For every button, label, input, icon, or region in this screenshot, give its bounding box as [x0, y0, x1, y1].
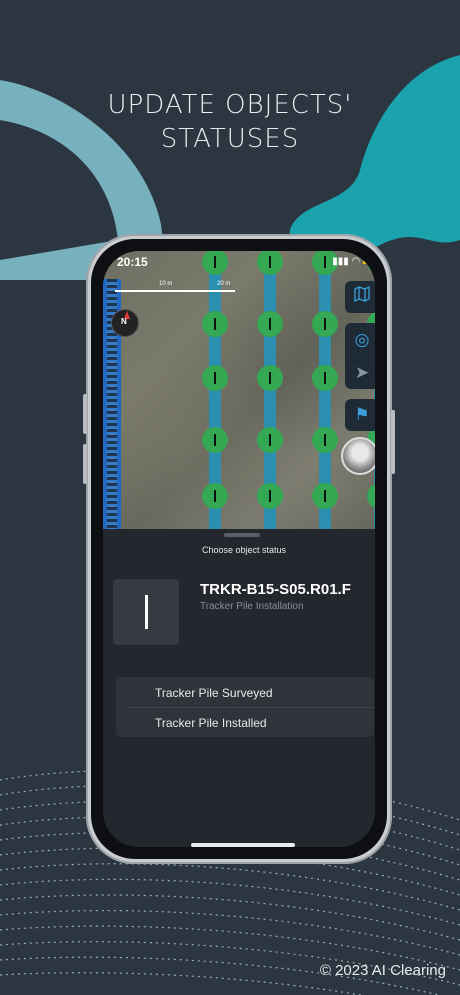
pile-marker[interactable] — [312, 365, 338, 391]
copyright-text: © 2023 AI Clearing — [319, 962, 446, 979]
map-layers-button[interactable] — [345, 281, 375, 313]
headline-line-1: UPDATE OBJECTS' — [107, 90, 353, 120]
power-button — [391, 410, 395, 474]
pile-marker[interactable] — [202, 427, 228, 453]
status-bar: 20:15 ▮▮▮ ◠ ▬ — [103, 251, 375, 271]
navigate-icon[interactable]: ➤ — [345, 358, 375, 388]
home-indicator[interactable] — [191, 843, 295, 847]
app-screen: 20:15 ▮▮▮ ◠ ▬ 10 m 20 m N ◎ ➤ ⚑ Choose o… — [103, 251, 375, 847]
object-code: TRKR-B15-S05.R01.F — [200, 581, 351, 598]
pile-marker[interactable] — [202, 483, 228, 509]
status-bottom-sheet: Choose object status TRKR-B15-S05.R01.F … — [103, 529, 375, 847]
pile-marker[interactable] — [312, 483, 338, 509]
pile-marker[interactable] — [257, 365, 283, 391]
map-icon — [345, 282, 375, 312]
pile-marker[interactable] — [312, 427, 338, 453]
status-options: Tracker Pile Surveyed Tracker Pile Insta… — [116, 677, 374, 737]
sheet-grabber[interactable] — [224, 533, 260, 537]
pile-marker[interactable] — [202, 311, 228, 337]
pile-marker[interactable] — [312, 311, 338, 337]
volume-down-button — [83, 444, 87, 484]
page-headline: UPDATE OBJECTS' STATUSES — [0, 88, 460, 156]
flag-button[interactable]: ⚑ — [345, 399, 375, 431]
locate-icon[interactable]: ◎ — [345, 325, 375, 355]
object-thumbnail — [113, 579, 179, 645]
pile-icon — [145, 595, 148, 629]
volume-up-button — [83, 394, 87, 434]
headline-line-2: STATUSES — [160, 124, 300, 154]
flag-icon: ⚑ — [354, 405, 370, 424]
location-controls: ◎ ➤ — [345, 323, 375, 389]
phone-frame: 20:15 ▮▮▮ ◠ ▬ 10 m 20 m N ◎ ➤ ⚑ Choose o… — [83, 234, 395, 864]
status-time: 20:15 — [117, 255, 148, 269]
compass-label: N — [121, 317, 127, 326]
phone-bezel: 20:15 ▮▮▮ ◠ ▬ 10 m 20 m N ◎ ➤ ⚑ Choose o… — [91, 239, 387, 859]
compass-button[interactable]: N — [111, 309, 139, 337]
option-divider — [126, 707, 374, 708]
option-installed[interactable]: Tracker Pile Installed — [155, 716, 267, 730]
pile-marker[interactable] — [257, 427, 283, 453]
scale-label-2: 20 m — [217, 281, 231, 287]
status-icons: ▮▮▮ ◠ ▬ — [332, 256, 373, 267]
map-view[interactable]: 20:15 ▮▮▮ ◠ ▬ 10 m 20 m N ◎ ➤ ⚑ — [103, 251, 375, 529]
pile-marker[interactable] — [257, 311, 283, 337]
sheet-title: Choose object status — [201, 545, 287, 555]
scale-bar: 10 m 20 m — [115, 281, 235, 293]
scale-label-1: 10 m — [159, 281, 173, 287]
pile-marker[interactable] — [257, 483, 283, 509]
option-surveyed[interactable]: Tracker Pile Surveyed — [155, 686, 273, 700]
scale-line — [115, 290, 235, 292]
pile-marker[interactable] — [202, 365, 228, 391]
user-avatar[interactable] — [341, 437, 375, 475]
object-type: Tracker Pile Installation — [200, 601, 304, 612]
